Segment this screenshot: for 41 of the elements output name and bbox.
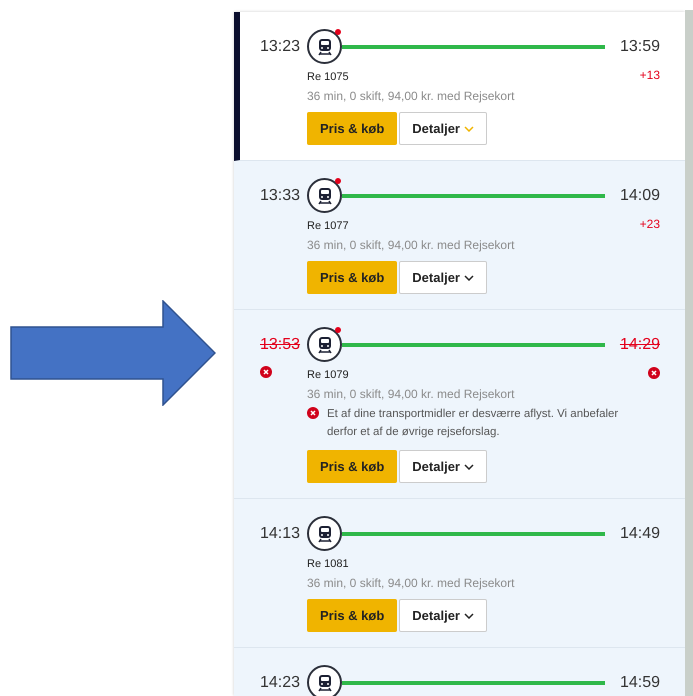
chevron-down-icon bbox=[464, 274, 474, 280]
trip-summary: 36 min, 0 skift, 94,00 kr. med Rejsekort bbox=[307, 89, 516, 103]
arrival-time: 13:59 bbox=[618, 36, 660, 56]
cancel-icon bbox=[648, 367, 660, 379]
arrival-time: 14:09 bbox=[618, 186, 660, 206]
details-button[interactable]: Detaljer bbox=[399, 261, 487, 294]
journey-card[interactable]: 13:53 14:29 Re 1079 36 min, 0 skift, 94,00 kr. med Rejsekort Et af dine transportmidler er desværre aflyst. Vi anbefaler derfor et af de øvrige rejseforslag. Pris & køb Detaljer bbox=[234, 310, 685, 499]
arrival-time: 14:49 bbox=[618, 524, 660, 544]
cancellation-message: Et af dine transportmidler er desværre aflyst. Vi anbefaler derfor et af de øvrige rejseforslag. bbox=[327, 407, 620, 440]
departure-time: 13:33 bbox=[260, 186, 302, 206]
arrival-time: 14:29 bbox=[618, 334, 660, 354]
details-button[interactable]: Detaljer bbox=[399, 112, 487, 145]
chevron-down-icon bbox=[464, 612, 474, 618]
details-button[interactable]: Detaljer bbox=[399, 450, 487, 483]
chevron-down-icon bbox=[464, 126, 474, 132]
price-buy-button[interactable]: Pris & køb bbox=[307, 599, 398, 632]
chevron-down-icon bbox=[464, 464, 474, 470]
arrival-time: 14:59 bbox=[618, 672, 660, 692]
departure-time: 14:13 bbox=[260, 524, 302, 544]
departure-time: 14:23 bbox=[260, 672, 302, 692]
journey-card[interactable]: 14:13 14:49 Re 1081 36 min, 0 skift, 94,00 kr. med Rejsekort Pris & køb Detaljer bbox=[234, 499, 685, 648]
price-buy-button[interactable]: Pris & køb bbox=[307, 261, 398, 294]
departure-time: 13:53 bbox=[260, 334, 302, 354]
price-buy-button[interactable]: Pris & køb bbox=[307, 112, 398, 145]
delay-minutes: +13 bbox=[640, 67, 660, 84]
train-number: Re 1075 bbox=[307, 70, 350, 84]
price-buy-button[interactable]: Pris & køb bbox=[307, 450, 398, 483]
train-number: Re 1077 bbox=[307, 219, 350, 233]
departure-time: 13:23 bbox=[260, 36, 302, 56]
journey-card[interactable]: 13:33 14:09 Re 1077 +23 36 min, 0 skift, 94,00 kr. med Rejsekort Pris & køb Detaljer bbox=[234, 161, 685, 310]
cancel-icon bbox=[307, 407, 319, 419]
trip-summary: 36 min, 0 skift, 94,00 kr. med Rejsekort bbox=[307, 576, 516, 590]
details-button[interactable]: Detaljer bbox=[399, 599, 487, 632]
delay-minutes: +23 bbox=[640, 216, 660, 233]
trip-summary: 36 min, 0 skift, 94,00 kr. med Rejsekort bbox=[307, 387, 516, 401]
train-number: Re 1079 bbox=[307, 368, 350, 382]
train-number: Re 1081 bbox=[307, 557, 350, 571]
trip-summary: 36 min, 0 skift, 94,00 kr. med Rejsekort bbox=[307, 238, 516, 252]
journey-card[interactable]: 14:23 14:59 bbox=[234, 648, 685, 696]
journey-card[interactable]: 13:23 13:59 Re 1075 +13 36 min, 0 skift, 94,00 kr. med Rejsekort Pris & køb Detaljer bbox=[234, 12, 685, 161]
cancel-icon bbox=[260, 366, 272, 378]
